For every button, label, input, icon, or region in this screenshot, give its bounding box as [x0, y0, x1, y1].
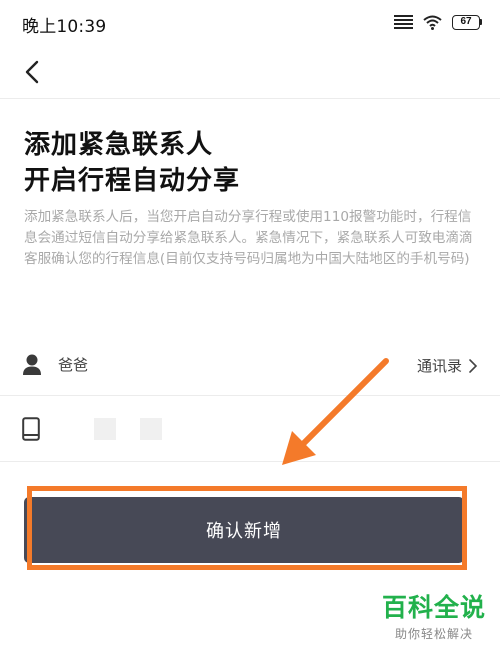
- contacts-label: 通讯录: [416, 357, 462, 375]
- redacted-digit: [94, 418, 116, 440]
- contacts-link[interactable]: 通讯录: [417, 355, 478, 376]
- title-line-2: 开启行程自动分享: [24, 166, 241, 196]
- status-time: 晚上10:39: [22, 17, 107, 37]
- person-icon: [23, 354, 41, 375]
- chevron-right-icon: [469, 358, 478, 373]
- confirm-add-label: 确认新增: [206, 521, 282, 542]
- status-icons: 67: [394, 13, 482, 31]
- confirm-add-button[interactable]: 确认新增: [24, 497, 464, 563]
- wifi-icon: [423, 15, 442, 30]
- chevron-left-icon: [25, 60, 39, 84]
- signal-icon: [394, 15, 413, 29]
- contact-name-row: 通讯录: [0, 337, 500, 396]
- contact-name-input[interactable]: [58, 355, 308, 373]
- page-title: 添加紧急联系人 开启行程自动分享: [24, 127, 240, 199]
- page-description: 添加紧急联系人后，当您开启自动分享行程或使用110报警功能时，行程信息会通过短信…: [24, 209, 473, 267]
- title-line-1: 添加紧急联系人: [24, 130, 214, 160]
- back-button[interactable]: [14, 52, 54, 92]
- watermark-title: 百科全说: [381, 593, 486, 622]
- watermark-logo: 百科全说 助你轻松解决: [382, 588, 486, 642]
- contact-phone-row[interactable]: [0, 400, 500, 462]
- battery-level: 67: [452, 14, 480, 30]
- battery-icon: 67: [452, 14, 482, 30]
- watermark-subtitle: 助你轻松解决: [394, 627, 473, 641]
- phone-icon: [22, 417, 40, 441]
- status-bar: 晚上10:39 67: [0, 0, 500, 44]
- redacted-digit: [140, 418, 162, 440]
- nav-bar: [0, 44, 500, 99]
